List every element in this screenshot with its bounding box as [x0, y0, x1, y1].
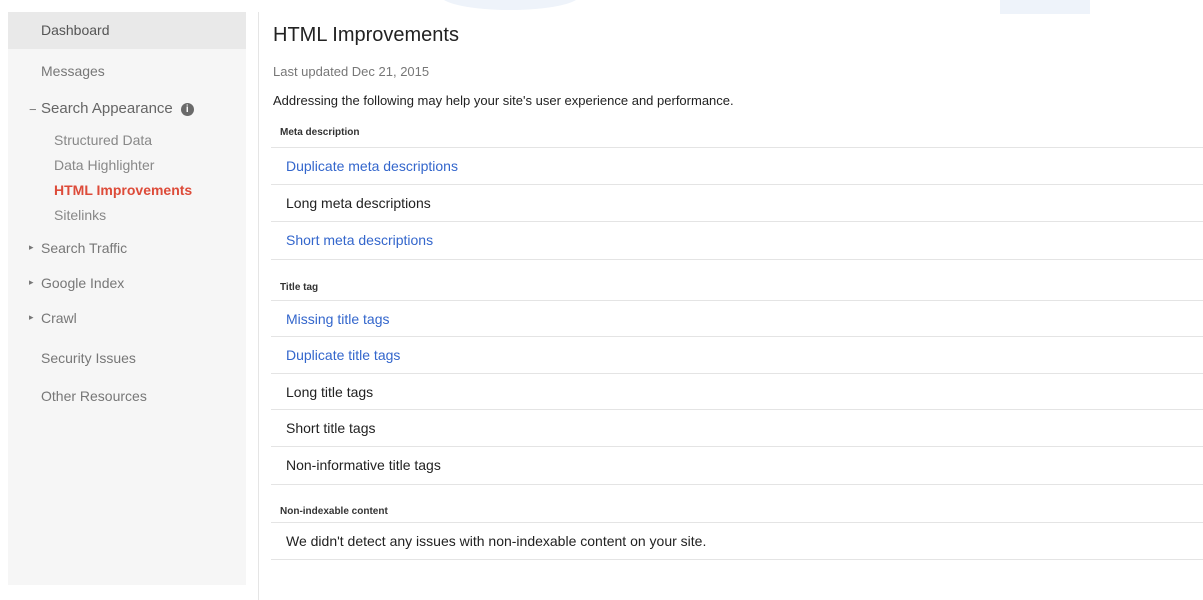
issue-row-duplicate-meta-descriptions[interactable]: Duplicate meta descriptions: [271, 147, 1203, 184]
sidebar-item-google-index[interactable]: ▸ Google Index: [8, 273, 246, 293]
sidebar-subitem-data-highlighter[interactable]: Data Highlighter: [54, 157, 154, 173]
sidebar-item-label: Security Issues: [41, 350, 136, 366]
sidebar-item-label: Other Resources: [41, 388, 147, 404]
section-heading-meta-description: Meta description: [280, 127, 360, 138]
page-title: HTML Improvements: [273, 24, 459, 46]
sidebar-item-crawl[interactable]: ▸ Crawl: [8, 308, 246, 328]
issue-link[interactable]: Missing title tags: [286, 311, 389, 327]
issue-row-short-meta-descriptions[interactable]: Short meta descriptions: [271, 221, 1203, 258]
issue-row-long-meta-descriptions: Long meta descriptions: [271, 184, 1203, 221]
issue-row-missing-title-tags[interactable]: Missing title tags: [271, 300, 1203, 337]
section-heading-title-tag: Title tag: [280, 282, 319, 293]
sidebar-item-label: Crawl: [41, 310, 77, 326]
issue-row-non-indexable-message: We didn't detect any issues with non-ind…: [271, 522, 1203, 559]
sidebar-divider: [258, 12, 259, 600]
info-icon[interactable]: i: [180, 103, 194, 116]
sidebar-item-label: Google Index: [41, 275, 125, 291]
expand-icon: ▸: [29, 312, 34, 322]
status-message: We didn't detect any issues with non-ind…: [286, 533, 707, 549]
section-divider: [271, 484, 1203, 485]
sidebar-item-label: Messages: [41, 63, 105, 79]
sidebar-item-search-appearance[interactable]: − Search Appearance i: [8, 100, 246, 122]
sidebar-item-label: Search Appearance: [41, 100, 173, 117]
issue-row-short-title-tags: Short title tags: [271, 409, 1203, 446]
background-decoration: [440, 0, 580, 10]
issue-label: Long title tags: [286, 384, 374, 400]
issue-row-long-title-tags: Long title tags: [271, 373, 1203, 410]
issue-link[interactable]: Duplicate title tags: [286, 347, 400, 363]
sidebar-subitem-html-improvements[interactable]: HTML Improvements: [54, 182, 192, 198]
issue-label: Long meta descriptions: [286, 195, 431, 211]
sidebar-item-label: Dashboard: [41, 22, 110, 38]
section-divider: [271, 259, 1203, 260]
sidebar-nav: Dashboard Messages − Search Appearance i …: [8, 12, 246, 585]
issue-label: Non-informative title tags: [286, 457, 441, 473]
section-divider: [271, 559, 1203, 560]
sidebar-item-label: Search Traffic: [41, 240, 128, 256]
last-updated-text: Last updated Dec 21, 2015: [273, 64, 430, 79]
sidebar-item-other-resources[interactable]: Other Resources: [8, 386, 246, 406]
expand-icon: ▸: [29, 242, 34, 252]
issue-row-non-informative-title-tags: Non-informative title tags: [271, 446, 1203, 483]
section-heading-non-indexable-content: Non-indexable content: [280, 506, 388, 517]
expand-icon: ▸: [29, 277, 34, 287]
issue-link[interactable]: Short meta descriptions: [286, 232, 433, 248]
background-decoration: [1000, 0, 1090, 14]
sidebar-subitem-structured-data[interactable]: Structured Data: [54, 132, 152, 148]
issue-link[interactable]: Duplicate meta descriptions: [286, 158, 458, 174]
intro-text: Addressing the following may help your s…: [273, 93, 734, 108]
sidebar-item-security-issues[interactable]: Security Issues: [8, 348, 246, 368]
sidebar-subitem-sitelinks[interactable]: Sitelinks: [54, 207, 106, 223]
issue-row-duplicate-title-tags[interactable]: Duplicate title tags: [271, 336, 1203, 373]
collapse-icon: −: [29, 102, 37, 117]
issue-label: Short title tags: [286, 420, 376, 436]
sidebar-item-dashboard[interactable]: Dashboard: [8, 12, 246, 49]
sidebar-item-search-traffic[interactable]: ▸ Search Traffic: [8, 238, 246, 258]
